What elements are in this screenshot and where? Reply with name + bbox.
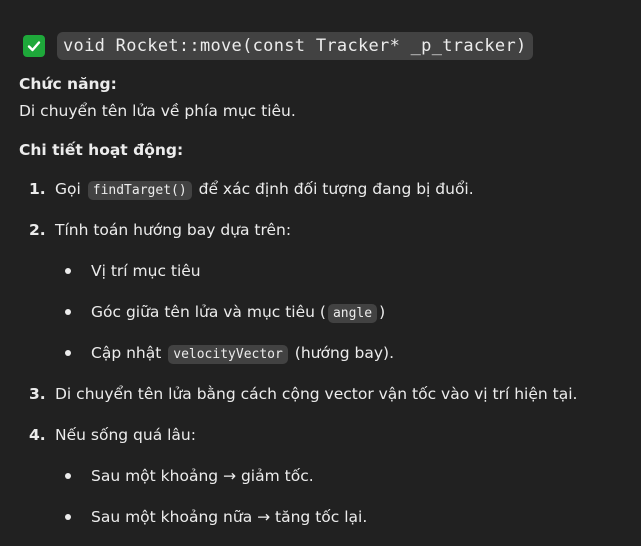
bullet-icon (65, 513, 71, 520)
list-item: Sau một khoảng → giảm tốc. (19, 455, 629, 496)
step-item: 3. Di chuyển tên lửa bằng cách cộng vect… (19, 373, 629, 414)
message-content: void Rocket::move(const Tracker* _p_trac… (19, 28, 629, 537)
list-item: Sau một khoảng nữa → tăng tốc lại. (19, 496, 629, 537)
check-mark-icon (23, 35, 45, 57)
inline-code: angle (327, 303, 378, 323)
step-item: 1. Gọi findTarget() để xác định đối tượn… (19, 168, 629, 209)
step-item: 4. Nếu sống quá lâu: (19, 414, 629, 455)
step-item: 2. Tính toán hướng bay dựa trên: (19, 209, 629, 250)
list-item-prefix: Cập nhật (91, 343, 162, 362)
step-text: Nếu sống quá lâu: (55, 425, 196, 444)
list-item-suffix: ) (379, 302, 386, 321)
bullet-icon (65, 349, 71, 356)
function-description: Di chuyển tên lửa về phía mục tiêu. (19, 102, 296, 120)
function-signature: void Rocket::move(const Tracker* _p_trac… (57, 32, 533, 60)
function-label: Chức năng: (19, 75, 117, 93)
list-item-text: Cập nhật velocityVector (hướng bay). (91, 343, 395, 364)
step-number: 4. (29, 425, 46, 444)
inline-code: findTarget() (87, 180, 192, 200)
bullet-icon (65, 308, 71, 315)
list-item-suffix: (hướng bay). (294, 343, 395, 362)
list-item-text: Vị trí mục tiêu (91, 261, 201, 280)
list-item-text: Góc giữa tên lửa và mục tiêu (angle) (91, 302, 386, 323)
step-number: 1. (29, 179, 46, 198)
step-text-prefix: Gọi (55, 179, 81, 198)
step-text: Tính toán hướng bay dựa trên: (55, 220, 292, 239)
list-item: Vị trí mục tiêu (19, 250, 629, 291)
step-text-suffix: để xác định đối tượng đang bị đuổi. (198, 179, 474, 198)
step-number: 2. (29, 220, 46, 239)
function-heading: void Rocket::move(const Tracker* _p_trac… (19, 28, 629, 64)
list-item-text: Sau một khoảng → giảm tốc. (91, 466, 314, 485)
bullet-icon (65, 267, 71, 274)
details-label: Chi tiết hoạt động: (19, 141, 184, 159)
inline-code: velocityVector (168, 344, 288, 364)
step-text: Di chuyển tên lửa bằng cách cộng vector … (55, 384, 578, 403)
list-item-text: Sau một khoảng nữa → tăng tốc lại. (91, 507, 368, 526)
list-item: Cập nhật velocityVector (hướng bay). (19, 332, 629, 373)
bullet-icon (65, 472, 71, 479)
step-number: 3. (29, 384, 46, 403)
step-text: Gọi findTarget() để xác định đối tượng đ… (55, 179, 474, 200)
list-item-prefix: Góc giữa tên lửa và mục tiêu ( (91, 302, 326, 321)
list-item: Góc giữa tên lửa và mục tiêu (angle) (19, 291, 629, 332)
